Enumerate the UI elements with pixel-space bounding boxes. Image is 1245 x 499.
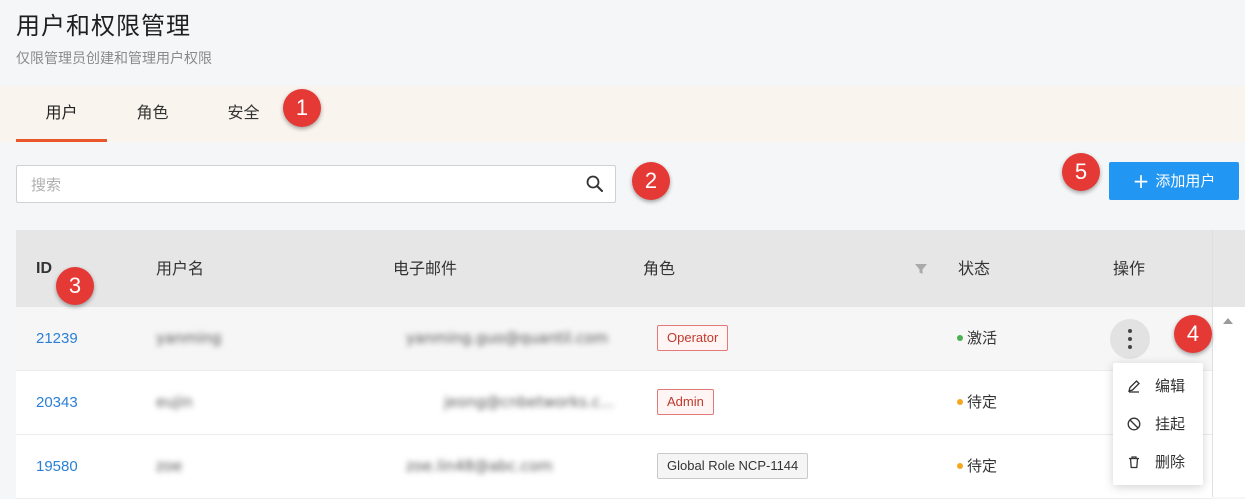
vertical-scrollbar[interactable] [1212,230,1245,497]
column-header-id[interactable]: ID [36,230,52,307]
column-header-role[interactable]: 角色 [643,230,675,307]
status-dot-pending [957,399,963,405]
email-cell: zoe.lin48@abc.com [406,457,553,475]
username-cell: eujin [156,393,193,411]
filter-icon[interactable] [914,261,928,275]
users-table: ID 用户名 电子邮件 角色 状态 操作 21239 yanming yanmi… [16,230,1212,499]
tab-users[interactable]: 用户 [16,86,107,142]
status-dot-active [957,335,963,341]
table-row[interactable]: 19580 zoe zoe.lin48@abc.com Global Role … [16,435,1212,499]
kebab-dot [1128,329,1132,333]
status-cell: 待定 [957,371,997,434]
email-cell: yanming.guo@quantil.com [406,329,609,347]
tab-label: 角色 [136,103,169,122]
menu-item-label: 挂起 [1155,415,1186,433]
callout-badge-5: 5 [1062,153,1100,191]
tab-bar: 用户 角色 安全 [0,86,1245,142]
menu-item-label: 删除 [1155,453,1186,471]
username-cell: yanming [156,329,222,347]
status-label: 待定 [967,457,998,475]
status-cell: 待定 [957,435,997,498]
search-input[interactable] [29,166,573,204]
page-title: 用户和权限管理 [16,12,191,40]
add-user-label: 添加用户 [1155,172,1216,190]
user-id-link[interactable]: 19580 [36,435,78,498]
edit-icon [1128,380,1140,393]
column-header-status[interactable]: 状态 [958,230,990,307]
tab-roles[interactable]: 角色 [107,86,198,142]
table-row[interactable]: 21239 yanming yanming.guo@quantil.com Op… [16,307,1212,371]
email-cell: jeong@cnbetworks.c... [444,393,615,411]
user-id-link[interactable]: 20343 [36,371,78,434]
table-row[interactable]: 20343 eujin jeong@cnbetworks.c... Admin … [16,371,1212,435]
kebab-dot [1128,345,1132,349]
callout-badge-2: 2 [632,162,670,200]
menu-item-suspend[interactable]: 挂起 [1113,405,1203,443]
callout-badge-1: 1 [283,89,321,127]
role-tag: Global Role NCP-1144 [657,453,809,479]
column-header-actions: 操作 [1113,259,1146,278]
menu-item-label: 编辑 [1155,377,1186,395]
trash-icon [1129,456,1139,469]
plus-icon: + [1132,169,1150,193]
callout-badge-4: 4 [1174,315,1212,353]
row-actions-menu: 编辑 挂起 删除 [1113,363,1203,485]
search-box [16,165,616,204]
row-actions-kebab-button[interactable] [1110,319,1150,359]
role-tag: Admin [657,389,714,415]
menu-item-delete[interactable]: 删除 [1113,443,1203,481]
column-header-email[interactable]: 电子邮件 [393,230,457,307]
column-header-username[interactable]: 用户名 [156,230,204,307]
tab-label: 安全 [227,103,260,122]
table-header: ID 用户名 电子邮件 角色 状态 操作 [16,230,1212,307]
callout-badge-3: 3 [56,267,94,305]
status-label: 待定 [967,393,998,411]
page-subtitle: 仅限管理员创建和管理用户权限 [16,51,212,67]
add-user-button[interactable]: + 添加用户 [1109,162,1239,200]
tab-label: 用户 [45,103,78,122]
user-id-link[interactable]: 21239 [36,307,78,370]
username-cell: zoe [156,457,183,475]
status-label: 激活 [967,329,998,347]
search-icon[interactable] [585,174,605,194]
status-dot-pending [957,463,963,469]
role-tag: Operator [657,325,729,351]
scroll-up-arrow-icon[interactable] [1223,318,1233,324]
tab-security[interactable]: 安全 [198,86,289,142]
scrollbar-header-spacer [1213,230,1245,307]
status-cell: 激活 [957,307,997,370]
active-tab-indicator [16,139,107,142]
menu-item-edit[interactable]: 编辑 [1113,367,1203,405]
suspend-icon [1127,417,1141,431]
kebab-dot [1128,337,1132,341]
page-header: 用户和权限管理 仅限管理员创建和管理用户权限 [0,0,1245,86]
